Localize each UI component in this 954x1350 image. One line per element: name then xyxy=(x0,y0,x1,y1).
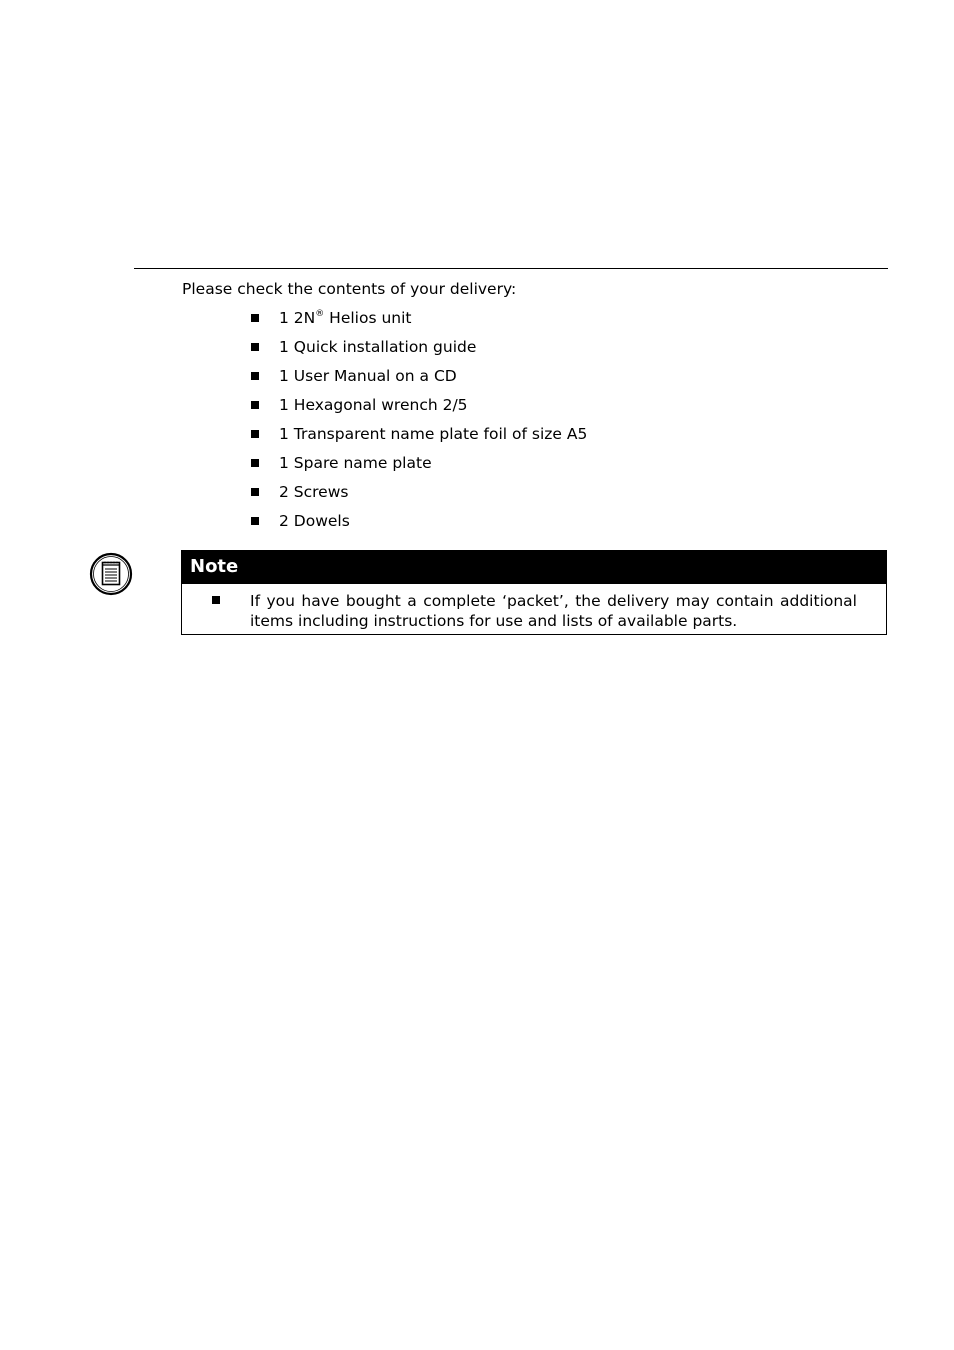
list-item-text: 1 2N® Helios unit xyxy=(279,309,412,328)
note-title: Note xyxy=(182,551,886,584)
section-divider xyxy=(134,268,888,269)
square-bullet-icon xyxy=(251,314,259,322)
square-bullet-icon xyxy=(251,488,259,496)
square-bullet-icon xyxy=(251,517,259,525)
notepad-icon xyxy=(89,552,133,596)
registered-mark: ® xyxy=(315,309,325,319)
square-bullet-icon xyxy=(251,343,259,351)
note-body: If you have bought a complete ‘packet’, … xyxy=(182,584,886,634)
note-text: If you have bought a complete ‘packet’, … xyxy=(250,592,857,630)
square-bullet-icon xyxy=(212,596,220,604)
list-item-text: 1 Hexagonal wrench 2/5 xyxy=(279,396,468,414)
square-bullet-icon xyxy=(251,372,259,380)
list-item-text: 1 Quick installation guide xyxy=(279,338,477,356)
intro-text: Please check the contents of your delive… xyxy=(182,280,517,298)
list-item-text: 1 Transparent name plate foil of size A5 xyxy=(279,425,588,443)
item-text-main: 1 2N xyxy=(279,309,316,327)
square-bullet-icon xyxy=(251,401,259,409)
square-bullet-icon xyxy=(251,459,259,467)
square-bullet-icon xyxy=(251,430,259,438)
list-item-text: 2 Dowels xyxy=(279,512,350,530)
note-box: Note If you have bought a complete ‘pack… xyxy=(181,550,887,635)
list-item-text: 2 Screws xyxy=(279,483,349,501)
item-text-suffix: Helios unit xyxy=(324,309,412,327)
list-item-text: 1 Spare name plate xyxy=(279,454,432,472)
list-item-text: 1 User Manual on a CD xyxy=(279,367,457,385)
